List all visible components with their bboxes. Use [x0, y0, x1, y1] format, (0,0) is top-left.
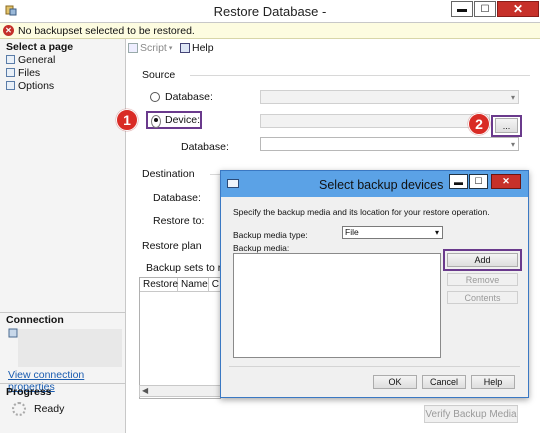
column-header-c[interactable]: C: [209, 278, 220, 291]
destination-database-label: Database:: [153, 192, 201, 204]
progress-spinner-icon: [12, 402, 26, 416]
add-button[interactable]: Add: [447, 253, 518, 267]
chevron-down-icon: ▾: [434, 228, 439, 237]
destination-heading: Destination: [142, 168, 195, 180]
help-icon: [180, 43, 190, 53]
page-icon: [6, 81, 15, 90]
media-type-select[interactable]: File ▾: [342, 226, 443, 239]
divider: [0, 383, 125, 384]
source-database-dropdown[interactable]: ▾: [260, 137, 519, 151]
toolbar: Script ▾ Help: [127, 39, 540, 57]
source-heading: Source: [142, 69, 176, 81]
callout-badge-2: 2: [468, 113, 490, 135]
error-bar: ✕ No backupset selected to be restored.: [0, 23, 540, 39]
dialog-description: Specify the backup media and its locatio…: [233, 207, 490, 217]
dialog-close-button[interactable]: ✕: [491, 174, 521, 189]
minimize-icon: ▬: [454, 176, 463, 187]
media-type-label: Backup media type:: [233, 230, 308, 240]
device-path-field[interactable]: [260, 114, 490, 128]
verify-backup-media-button[interactable]: Verify Backup Media: [424, 405, 518, 423]
page-icon: [6, 68, 15, 77]
database-radio-label: Database:: [165, 91, 213, 103]
remove-button[interactable]: Remove: [447, 273, 518, 286]
contents-button[interactable]: Contents: [447, 291, 518, 304]
dialog-divider: [229, 366, 520, 367]
backup-media-list[interactable]: [233, 253, 441, 358]
progress-status: Ready: [34, 403, 65, 415]
script-button[interactable]: Script ▾: [128, 42, 172, 54]
grid-scrollbar[interactable]: ◀: [139, 385, 221, 397]
browse-button[interactable]: ...: [495, 118, 518, 133]
restore-to-label: Restore to:: [153, 215, 205, 227]
source-database-label: Database:: [181, 141, 229, 153]
script-icon: [128, 43, 138, 53]
ok-button[interactable]: OK: [373, 375, 417, 389]
page-item-options[interactable]: Options: [6, 79, 55, 92]
close-icon: ✕: [512, 2, 524, 16]
dialog-maximize-button[interactable]: ☐: [469, 174, 488, 189]
divider: [0, 312, 125, 313]
column-header-name[interactable]: Name: [178, 278, 209, 291]
source-group-line: [190, 75, 530, 76]
close-icon: ✕: [502, 176, 510, 186]
select-page-heading: Select a page: [6, 41, 74, 53]
dialog-minimize-button[interactable]: ▬: [449, 174, 468, 189]
minimize-icon: ▬: [457, 3, 467, 15]
callout-badge-1: 1: [116, 109, 138, 131]
close-button[interactable]: ✕: [497, 1, 539, 17]
column-header-restore[interactable]: Restore: [140, 278, 178, 291]
device-radio[interactable]: [151, 115, 161, 128]
left-pane: Select a page General Files Options Conn…: [0, 39, 126, 433]
page-item-files[interactable]: Files: [6, 66, 55, 79]
restore-plan-heading: Restore plan: [142, 240, 202, 252]
help-button[interactable]: Help: [471, 375, 515, 389]
page-list: General Files Options: [6, 53, 55, 92]
database-radio[interactable]: [150, 92, 160, 102]
cancel-button[interactable]: Cancel: [422, 375, 466, 389]
dialog-titlebar: Select backup devices ▬ ☐ ✕: [221, 171, 528, 197]
server-icon: [8, 328, 18, 341]
dialog-title: Select backup devices: [319, 178, 444, 192]
source-database-select[interactable]: ▾: [260, 90, 519, 104]
select-backup-devices-dialog: Select backup devices ▬ ☐ ✕ Specify the …: [220, 170, 529, 398]
dialog-app-icon: [227, 179, 239, 188]
destination-group-line: [210, 174, 220, 175]
maximize-icon: ☐: [474, 176, 483, 186]
scroll-left-icon: ◀: [142, 386, 149, 395]
minimize-button[interactable]: ▬: [451, 1, 473, 17]
progress-heading: Progress: [6, 386, 52, 398]
error-message: No backupset selected to be restored.: [18, 25, 195, 37]
grid-header: Restore Name C: [140, 278, 220, 292]
help-button[interactable]: Help: [180, 42, 214, 54]
media-type-value: File: [345, 227, 359, 237]
maximize-icon: ☐: [480, 3, 490, 15]
chevron-down-icon: ▾: [510, 93, 515, 102]
device-radio-label: Device:: [165, 114, 201, 126]
error-icon: ✕: [3, 25, 14, 36]
chevron-down-icon: ▾: [168, 45, 173, 52]
page-icon: [6, 55, 15, 64]
connection-heading: Connection: [6, 314, 64, 326]
window-titlebar: Restore Database - ▬ ☐ ✕: [0, 0, 540, 23]
backup-media-label: Backup media:: [233, 243, 290, 253]
backup-sets-grid[interactable]: Restore Name C: [139, 277, 221, 399]
chevron-down-icon: ▾: [510, 140, 515, 149]
page-item-general[interactable]: General: [6, 53, 55, 66]
maximize-button[interactable]: ☐: [474, 1, 496, 17]
connection-info: [18, 329, 122, 367]
